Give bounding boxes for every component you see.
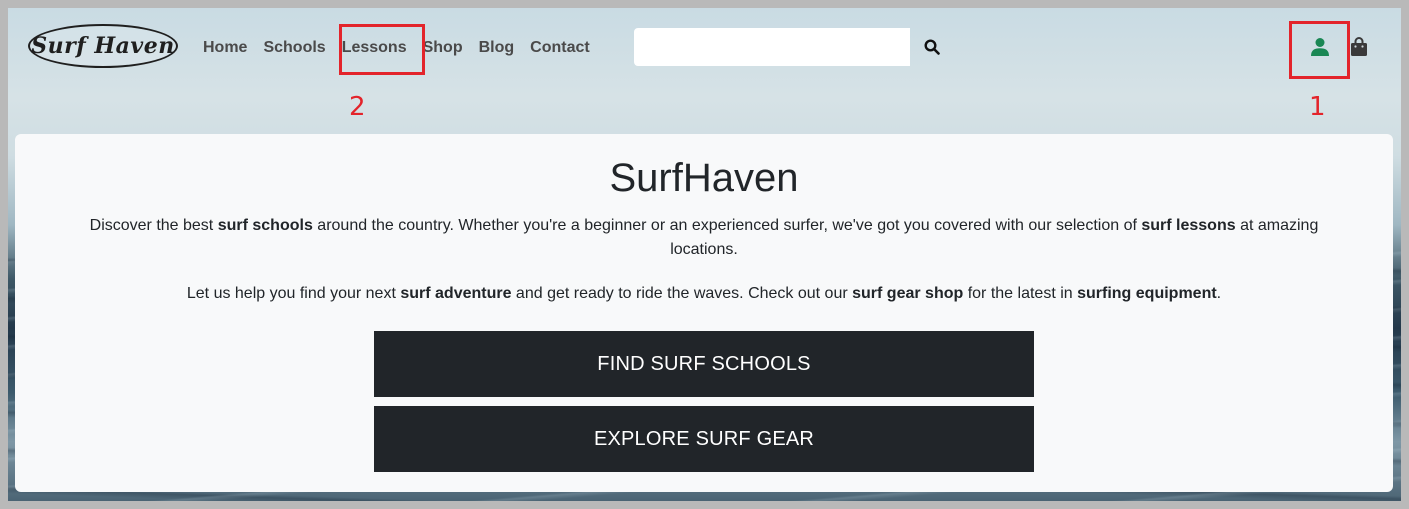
- user-icon: [1311, 38, 1329, 56]
- hero-title: SurfHaven: [609, 156, 799, 200]
- keyword-surf-lessons: surf lessons: [1141, 217, 1236, 234]
- navbar: Surf Haven Home Schools Lessons Shop Blo…: [8, 8, 1401, 88]
- search-input[interactable]: [634, 28, 910, 66]
- keyword-surf-schools: surf schools: [217, 217, 313, 234]
- search-icon: [924, 39, 940, 55]
- cart-button[interactable]: [1344, 32, 1374, 62]
- nav-blog[interactable]: Blog: [471, 36, 523, 60]
- nav-schools[interactable]: Schools: [255, 36, 333, 60]
- account-button[interactable]: [1302, 32, 1338, 62]
- keyword-surf-adventure: surf adventure: [400, 285, 512, 302]
- page-frame: Surf Haven Home Schools Lessons Shop Blo…: [8, 8, 1401, 501]
- explore-surf-gear-button[interactable]: EXPLORE SURF GEAR: [374, 406, 1034, 472]
- nav-contact[interactable]: Contact: [522, 36, 598, 60]
- site-logo[interactable]: Surf Haven: [28, 24, 178, 68]
- nav-home[interactable]: Home: [203, 36, 255, 60]
- hero-intro-text: Discover the best surf schools around th…: [89, 217, 1319, 258]
- find-surf-schools-button[interactable]: FIND SURF SCHOOLS: [374, 331, 1034, 397]
- keyword-surf-gear-shop: surf gear shop: [852, 285, 964, 302]
- annotation-label-2: 2: [349, 92, 366, 122]
- annotation-label-1: 1: [1309, 92, 1326, 122]
- nav-shop[interactable]: Shop: [415, 36, 471, 60]
- shopping-bag-icon: [1351, 37, 1367, 56]
- hero-card: SurfHaven Discover the best surf schools…: [15, 134, 1393, 492]
- search-button[interactable]: [910, 28, 954, 66]
- nav-links: Home Schools Lessons Shop Blog Contact: [203, 36, 598, 60]
- hero-cta-text: Let us help you find your next surf adve…: [186, 285, 1222, 302]
- nav-lessons[interactable]: Lessons: [334, 36, 415, 60]
- keyword-surfing-equipment: surfing equipment: [1077, 285, 1217, 302]
